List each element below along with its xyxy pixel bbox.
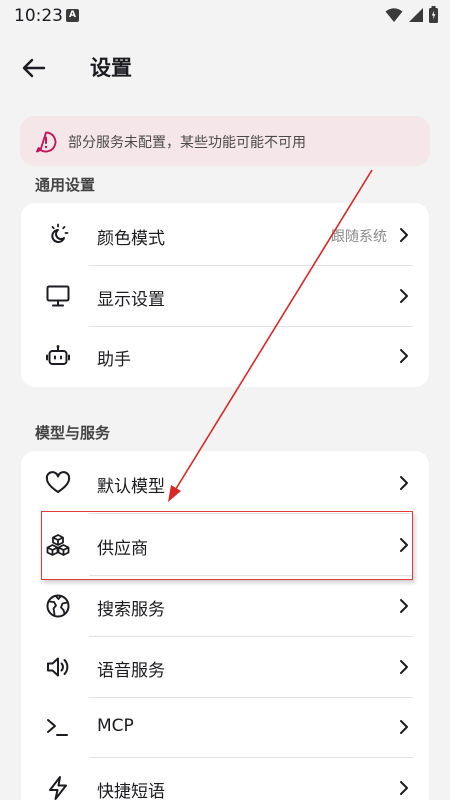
chevron-right-icon [400, 660, 408, 674]
setting-display[interactable]: 显示设置 [21, 266, 429, 326]
setting-assistant[interactable]: 助手 [21, 326, 429, 386]
setting-label: 默认模型 [97, 477, 165, 497]
setting-quick-phrases[interactable]: 快捷短语 [21, 758, 429, 800]
general-settings-card: 颜色模式 跟随系统 显示设置 助手 [21, 203, 429, 387]
terminal-icon [47, 719, 68, 736]
chevron-right-icon [400, 228, 408, 242]
setting-label: 显示设置 [97, 290, 165, 310]
status-time: 10:23 [14, 6, 63, 26]
speaker-icon [47, 657, 69, 677]
setting-color-mode[interactable]: 颜色模式 跟随系统 [21, 205, 429, 265]
setting-label: 快捷短语 [97, 782, 165, 800]
chevron-right-icon [400, 599, 408, 613]
section-models-label: 模型与服务 [35, 424, 111, 442]
setting-voice-service[interactable]: 语音服务 [21, 637, 429, 697]
setting-label: MCP [97, 716, 134, 736]
chevron-right-icon [400, 720, 408, 734]
chevron-right-icon [400, 781, 408, 795]
setting-label: 助手 [97, 350, 131, 370]
setting-search-service[interactable]: 搜索服务 [21, 576, 429, 636]
wifi-icon [385, 7, 403, 22]
alert-message-icon [36, 131, 57, 153]
setting-default-model[interactable]: 默认模型 [21, 453, 429, 513]
battery-icon [429, 6, 438, 23]
page-title: 设置 [90, 56, 132, 80]
globe-icon [46, 594, 70, 618]
status-bar: 10:23 A [0, 0, 450, 32]
annotation-highlight-box [41, 511, 413, 580]
setting-mcp[interactable]: MCP [21, 697, 429, 757]
warning-banner: 部分服务未配置，某些功能可能不可用 [20, 116, 430, 166]
chevron-right-icon [400, 476, 408, 490]
setting-label: 搜索服务 [97, 600, 165, 620]
banner-text: 部分服务未配置，某些功能可能不可用 [68, 135, 306, 151]
setting-label: 语音服务 [97, 661, 165, 681]
setting-value: 跟随系统 [331, 229, 387, 245]
arrow-left-icon [22, 58, 46, 78]
models-services-card: 默认模型 供应商 搜索服务 语音服务 MCP 快捷短语 [21, 451, 429, 800]
notification-a-icon: A [66, 9, 79, 22]
chevron-right-icon [400, 349, 408, 363]
app-bar: 设置 [0, 40, 450, 92]
setting-label: 颜色模式 [97, 229, 165, 249]
status-icons [385, 6, 438, 23]
section-general-label: 通用设置 [35, 176, 96, 194]
bolt-icon [49, 776, 67, 800]
back-button[interactable] [18, 52, 50, 84]
chevron-right-icon [400, 289, 408, 303]
heart-icon [45, 471, 71, 493]
signal-icon [409, 7, 423, 22]
color-mode-icon [51, 223, 69, 243]
robot-icon [46, 345, 70, 365]
monitor-icon [46, 285, 70, 307]
